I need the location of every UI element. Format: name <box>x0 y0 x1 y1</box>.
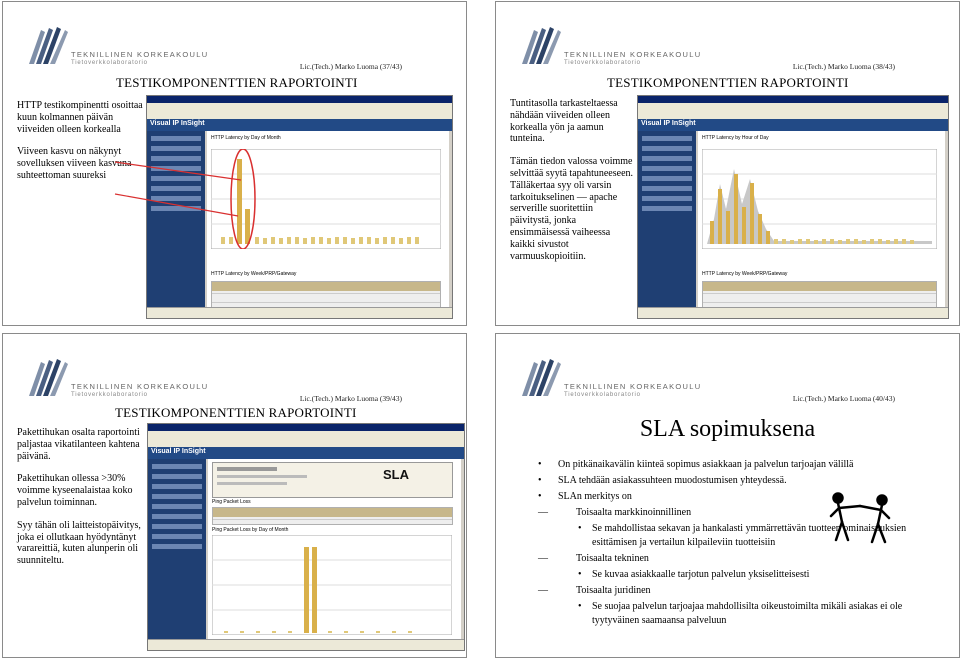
university-logo-icon <box>29 27 68 64</box>
browser-statusbar <box>147 307 452 318</box>
paragraph: HTTP testikompinentti osoittaa kuun kolm… <box>17 100 143 135</box>
browser-toolbar <box>148 431 464 448</box>
sub-bullet-item: Se suojaa palvelun tarjoajaa mahdollisil… <box>526 600 946 628</box>
app-name: Visual IP InSight <box>150 120 205 127</box>
report-main: SLA Ping Packet Loss Ping Packet Loss by… <box>208 459 461 640</box>
author-page: Lic.(Tech.) Marko Luoma (38/43) <box>792 62 895 71</box>
report-sidebar <box>147 131 205 308</box>
slide-title: TESTIKOMPONENTTIEN RAPORTOINTI <box>116 75 358 90</box>
report-screenshot: Visual IP InSight SLA Ping Packet Loss P… <box>147 423 465 651</box>
university-name: TEKNILLINEN KORKEAKOULU <box>564 382 702 391</box>
chart-title: HTTP Latency by Day of Month <box>211 135 281 141</box>
paragraph: Tämän tiedon valossa voimme selvittää sy… <box>510 156 634 262</box>
dash-item: Toisaalta tekninen <box>526 552 946 566</box>
department-name: Tietoverkkolaboratorio <box>564 60 641 66</box>
packet-loss-table <box>212 507 453 525</box>
sla-badge: SLA <box>383 467 409 482</box>
bullet-item: On pitkänaikavälin kiinteä sopimus asiak… <box>526 458 946 472</box>
sla-report-header: SLA <box>212 462 453 498</box>
slide-title: SLA sopimuksena <box>639 416 816 442</box>
paragraph: Viiveen kasvu on näkynyt sovelluksen vii… <box>17 146 132 181</box>
slide-text: Pakettihukan osalta raportointi paljasta… <box>17 427 145 578</box>
app-header: Visual IP InSight <box>147 119 452 131</box>
app-header: Visual IP InSight <box>638 119 948 131</box>
report-sidebar <box>638 131 696 308</box>
latency-chart <box>211 149 441 249</box>
sub-bullet-item: Se kuvaa asiakkaalle tarjotun palvelun y… <box>526 568 946 582</box>
paragraph: Syy tähän oli laitteistopäivitys, joka e… <box>17 519 141 567</box>
paragraph: Pakettihukan osalta raportointi paljasta… <box>17 427 140 462</box>
app-name: Visual IP InSight <box>151 448 206 455</box>
paragraph: Pakettihukan ollessa >30% voimme kyseena… <box>17 473 133 508</box>
window-titlebar <box>148 424 464 431</box>
browser-statusbar <box>148 639 464 650</box>
handshake-figures-icon <box>829 492 891 544</box>
paragraph: Tuntitasolla tarkasteltaessa nähdään vii… <box>510 98 618 145</box>
window-titlebar <box>147 96 452 103</box>
report-main: HTTP Latency by Hour of Day HTTP Latency… <box>698 131 945 311</box>
department-name: Tietoverkkolaboratorio <box>71 60 148 66</box>
packet-loss-chart <box>212 535 452 635</box>
slide-text: HTTP testikompinentti osoittaa kuun kolm… <box>17 100 145 193</box>
slide-title: TESTIKOMPONENTTIEN RAPORTOINTI <box>115 405 357 420</box>
slide-38: TEKNILLINEN KORKEAKOULU Tietoverkkolabor… <box>495 1 960 326</box>
report-screenshot: Visual IP InSight HTTP Latency by Day of… <box>146 95 453 319</box>
browser-statusbar <box>638 307 948 318</box>
chart-title: HTTP Latency by Hour of Day <box>702 135 769 141</box>
slide-40: TEKNILLINEN KORKEAKOULU Tietoverkkolabor… <box>495 333 960 658</box>
browser-toolbar <box>638 103 948 120</box>
report-sidebar <box>148 459 206 640</box>
slide-title: TESTIKOMPONENTTIEN RAPORTOINTI <box>607 75 849 90</box>
author-page: Lic.(Tech.) Marko Luoma (39/43) <box>299 394 402 403</box>
report-main: HTTP Latency by Day of Month HTTP Latenc… <box>207 131 449 311</box>
browser-toolbar <box>147 103 452 120</box>
table-title: HTTP Latency by Week/PRP/Gateway <box>702 271 788 277</box>
department-name: Tietoverkkolaboratorio <box>71 392 148 398</box>
author-page: Lic.(Tech.) Marko Luoma (40/43) <box>792 394 895 403</box>
university-logo-icon <box>522 27 561 64</box>
slide-37: TEKNILLINEN KORKEAKOULU Tietoverkkolabor… <box>2 1 467 326</box>
university-name: TEKNILLINEN KORKEAKOULU <box>564 50 702 59</box>
latency-chart <box>702 149 937 249</box>
department-name: Tietoverkkolaboratorio <box>564 392 641 398</box>
chart-title: Ping Packet Loss by Day of Month <box>212 527 289 533</box>
university-name: TEKNILLINEN KORKEAKOULU <box>71 382 209 391</box>
university-name: TEKNILLINEN KORKEAKOULU <box>71 50 209 59</box>
app-header: Visual IP InSight <box>148 447 464 459</box>
slide-39: TEKNILLINEN KORKEAKOULU Tietoverkkolabor… <box>2 333 467 658</box>
window-titlebar <box>638 96 948 103</box>
app-name: Visual IP InSight <box>641 120 696 127</box>
table-title: HTTP Latency by Week/PRP/Gateway <box>211 271 297 277</box>
author-page: Lic.(Tech.) Marko Luoma (37/43) <box>299 62 402 71</box>
report-screenshot: Visual IP InSight HTTP Latency by Hour o… <box>637 95 949 319</box>
table-title: Ping Packet Loss <box>212 499 251 505</box>
dash-item: Toisaalta juridinen <box>526 584 946 598</box>
university-logo-icon <box>522 359 561 396</box>
university-logo-icon <box>29 359 68 396</box>
slide-text: Tuntitasolla tarkasteltaessa nähdään vii… <box>510 98 636 273</box>
bullet-list: On pitkänaikavälin kiinteä sopimus asiak… <box>526 458 946 630</box>
